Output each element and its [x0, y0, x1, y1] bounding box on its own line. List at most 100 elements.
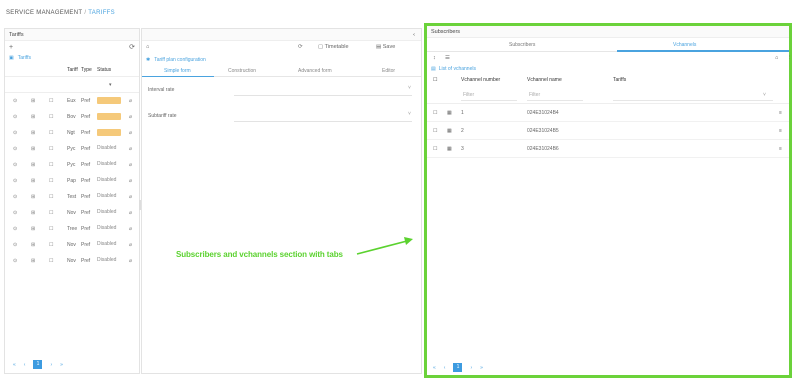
add-tariff-button[interactable]: +	[9, 44, 13, 51]
edit-icon[interactable]: ▦	[447, 128, 452, 134]
table-row[interactable]: ☐ ▦ 2 024E31024B5 ≡	[427, 122, 789, 140]
table-row[interactable]: ☐ ▦ 1 024E31024B4 ≡	[427, 104, 789, 122]
vchannel-number-filter[interactable]: Filter	[463, 92, 474, 98]
copy-icon[interactable]: ☐	[49, 258, 53, 264]
pager-last-button[interactable]: »	[60, 362, 63, 368]
table-row[interactable]: ⊙ ⊞ ☐ Bov Pref Active ⌀	[5, 109, 139, 125]
edit-icon[interactable]: ⊞	[31, 162, 35, 168]
copy-icon[interactable]: ☐	[49, 162, 53, 168]
col-status[interactable]: Status	[97, 67, 111, 73]
status-filter-dropdown[interactable]: ▾	[109, 82, 112, 88]
home-icon[interactable]: ⌂	[775, 55, 778, 61]
table-row[interactable]: ⊙ ⊞ ☐ Test Pref Disabled ⌀	[5, 189, 139, 205]
copy-icon[interactable]: ☐	[49, 210, 53, 216]
row-checkbox[interactable]: ☐	[433, 128, 437, 134]
delete-icon[interactable]: ⌀	[129, 258, 132, 264]
tab-editor[interactable]: Editor	[382, 68, 395, 74]
table-row[interactable]: ☐ ▦ 3 024E31024B6 ≡	[427, 140, 789, 158]
pager-next-button[interactable]: ›	[50, 362, 52, 368]
row-menu-icon[interactable]: ≡	[779, 128, 782, 134]
table-row[interactable]: ⊙ ⊞ ☐ Nov Pref Disabled ⌀	[5, 253, 139, 269]
delete-icon[interactable]: ⌀	[129, 162, 132, 168]
row-checkbox[interactable]: ☐	[433, 110, 437, 116]
copy-icon[interactable]: ☐	[49, 178, 53, 184]
table-row[interactable]: ⊙ ⊞ ☐ Pap Pref Disabled ⌀	[5, 173, 139, 189]
edit-icon[interactable]: ⊞	[31, 146, 35, 152]
col-type[interactable]: Type	[81, 67, 92, 73]
edit-icon[interactable]: ▦	[447, 110, 452, 116]
table-row[interactable]: ⊙ ⊞ ☐ Nov Pref Disabled ⌀	[5, 237, 139, 253]
delete-icon[interactable]: ⌀	[129, 114, 132, 120]
view-icon[interactable]: ⊙	[13, 258, 17, 264]
pager-current-page[interactable]: 1	[33, 360, 43, 369]
select-all-checkbox[interactable]: ☐	[433, 77, 437, 83]
copy-icon[interactable]: ☐	[49, 98, 53, 104]
refresh-icon[interactable]: ⟳	[298, 44, 303, 50]
copy-icon[interactable]: ☐	[49, 130, 53, 136]
breadcrumb-current[interactable]: TARIFFS	[88, 10, 115, 16]
edit-icon[interactable]: ⊞	[31, 194, 35, 200]
copy-icon[interactable]: ☐	[49, 226, 53, 232]
view-icon[interactable]: ⊙	[13, 178, 17, 184]
interval-rate-select[interactable]	[234, 95, 412, 96]
delete-icon[interactable]: ⌀	[129, 98, 132, 104]
tab-advanced-form[interactable]: Advanced form	[298, 68, 332, 74]
delete-icon[interactable]: ⌀	[129, 226, 132, 232]
row-menu-icon[interactable]: ≡	[779, 146, 782, 152]
edit-icon[interactable]: ⊞	[31, 130, 35, 136]
subtariff-rate-select[interactable]	[234, 121, 412, 122]
col-tariff[interactable]: Tariff	[67, 67, 78, 73]
save-button[interactable]: ▤ Save	[376, 44, 395, 50]
view-icon[interactable]: ⊙	[13, 146, 17, 152]
edit-icon[interactable]: ⊞	[31, 242, 35, 248]
chevron-down-icon[interactable]: ˅	[408, 111, 411, 117]
tab-simple-form[interactable]: Simple form	[164, 68, 191, 74]
tariffs-tree-link[interactable]: ▣ Tariffs	[5, 53, 139, 63]
edit-icon[interactable]: ⊞	[31, 114, 35, 120]
delete-icon[interactable]: ⌀	[129, 210, 132, 216]
table-row[interactable]: ⊙ ⊞ ☐ Eux Pref Active ⌀	[5, 93, 139, 109]
pager-current-page[interactable]: 1	[453, 363, 463, 372]
delete-icon[interactable]: ⌀	[129, 242, 132, 248]
vchannel-name-filter[interactable]: Filter	[529, 92, 540, 98]
edit-icon[interactable]: ⊞	[31, 98, 35, 104]
pager-last-button[interactable]: »	[480, 365, 483, 371]
pager-prev-button[interactable]: ‹	[24, 362, 26, 368]
pager-next-button[interactable]: ›	[470, 365, 472, 371]
view-icon[interactable]: ⊙	[13, 98, 17, 104]
chevron-down-icon[interactable]: ˅	[763, 92, 766, 98]
table-row[interactable]: ⊙ ⊞ ☐ Pyc Pref Disabled ⌀	[5, 157, 139, 173]
view-icon[interactable]: ⊙	[13, 210, 17, 216]
copy-icon[interactable]: ☐	[49, 194, 53, 200]
table-row[interactable]: ⊙ ⊞ ☐ Nov Pref Disabled ⌀	[5, 205, 139, 221]
view-icon[interactable]: ⊙	[13, 226, 17, 232]
home-icon[interactable]: ⌂	[146, 44, 149, 50]
table-row[interactable]: ⊙ ⊞ ☐ Ngt Pref Active ⌀	[5, 125, 139, 141]
delete-icon[interactable]: ⌀	[129, 194, 132, 200]
copy-icon[interactable]: ☐	[49, 242, 53, 248]
pager-first-button[interactable]: «	[433, 365, 436, 371]
view-icon[interactable]: ⊙	[13, 194, 17, 200]
chevron-down-icon[interactable]: ˅	[408, 85, 411, 91]
col-vchannel-name[interactable]: Vchannel name	[527, 77, 562, 83]
view-icon[interactable]: ⊙	[13, 114, 17, 120]
tab-vchannels[interactable]: Vchannels	[673, 42, 696, 48]
copy-icon[interactable]: ☐	[49, 114, 53, 120]
col-vchannel-number[interactable]: Vchannel number	[461, 77, 500, 83]
collapse-icon[interactable]: ‹	[413, 29, 415, 40]
pager-prev-button[interactable]: ‹	[444, 365, 446, 371]
tariffs-filter-line[interactable]	[613, 100, 773, 101]
more-icon[interactable]: ⋮	[787, 55, 792, 61]
col-tariffs[interactable]: Tariffs	[613, 77, 626, 83]
row-menu-icon[interactable]: ≡	[779, 110, 782, 116]
timetable-button[interactable]: ▢ Timetable	[318, 44, 349, 50]
edit-icon[interactable]: ⊞	[31, 178, 35, 184]
table-row[interactable]: ⊙ ⊞ ☐ Pyc Pref Disabled ⌀	[5, 141, 139, 157]
copy-icon[interactable]: ☐	[49, 146, 53, 152]
delete-icon[interactable]: ⌀	[129, 146, 132, 152]
delete-icon[interactable]: ⌀	[129, 130, 132, 136]
breadcrumb-root[interactable]: SERVICE MANAGEMENT	[6, 10, 82, 16]
edit-icon[interactable]: ▦	[447, 146, 452, 152]
edit-icon[interactable]: ⊞	[31, 258, 35, 264]
pager-first-button[interactable]: «	[13, 362, 16, 368]
